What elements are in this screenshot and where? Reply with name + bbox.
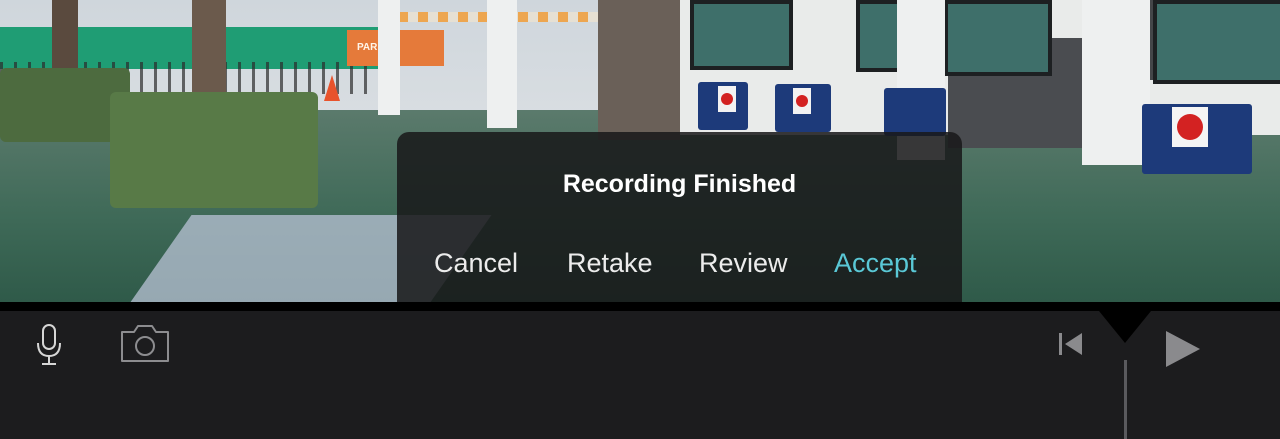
- playhead-marker[interactable]: [1099, 311, 1151, 343]
- hedge: [110, 92, 318, 208]
- window: [690, 0, 793, 70]
- recording-finished-dialog: Recording Finished Cancel Retake Review …: [397, 132, 962, 303]
- retake-button[interactable]: Retake: [567, 248, 653, 279]
- tree-trunk: [192, 0, 226, 96]
- cart: [884, 88, 946, 136]
- traffic-cone: [324, 75, 340, 101]
- pillar: [487, 0, 517, 128]
- pillar: [378, 0, 400, 115]
- tree-trunk: [598, 0, 680, 140]
- play-icon[interactable]: [1162, 328, 1204, 370]
- bottom-toolbar: [0, 302, 1280, 439]
- camera-icon[interactable]: [119, 322, 171, 364]
- microphone-icon[interactable]: [34, 322, 64, 368]
- stop-sign: [718, 86, 736, 112]
- playhead-line: [1124, 360, 1127, 439]
- stop-sign: [793, 88, 811, 114]
- stop-sign: [1172, 107, 1208, 147]
- accept-button[interactable]: Accept: [834, 248, 917, 279]
- review-button[interactable]: Review: [699, 248, 788, 279]
- window: [1153, 0, 1280, 84]
- timeline-top-border: [0, 302, 1280, 311]
- skip-to-start-icon[interactable]: [1056, 330, 1086, 358]
- tree-trunk: [52, 0, 78, 70]
- window: [944, 0, 1052, 76]
- cancel-button[interactable]: Cancel: [434, 248, 518, 279]
- pillar: [1082, 0, 1150, 165]
- dialog-title: Recording Finished: [562, 170, 797, 198]
